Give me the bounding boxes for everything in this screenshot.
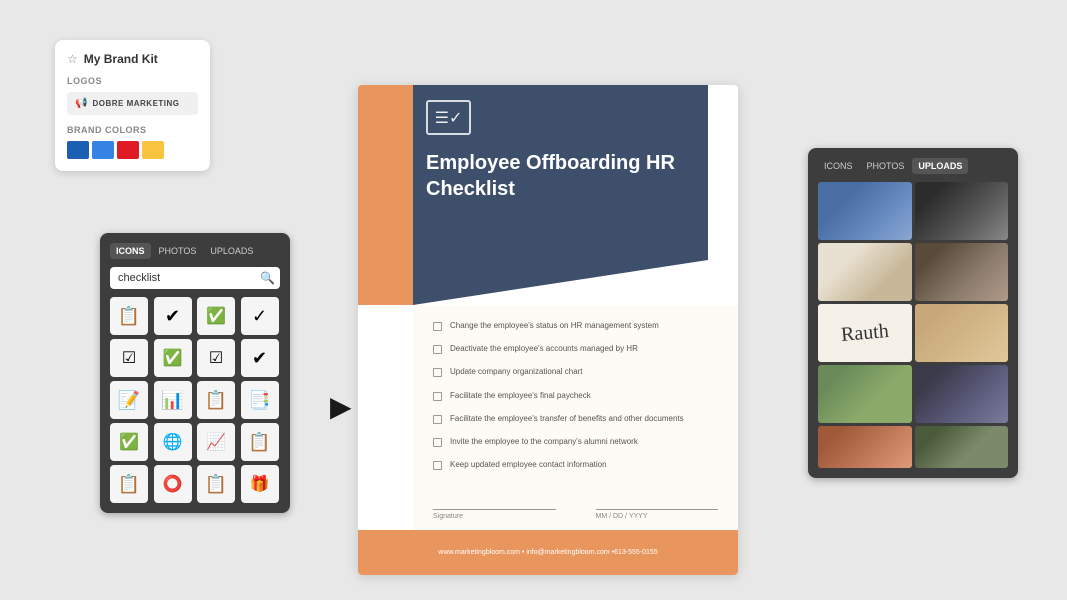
mouse-cursor: ▶ — [330, 390, 352, 423]
tab-icons[interactable]: ICONS — [110, 243, 151, 259]
checkbox-1[interactable] — [433, 322, 442, 331]
icon-cell-6[interactable]: ✅ — [154, 339, 192, 377]
icon-cell-10[interactable]: 📊 — [154, 381, 192, 419]
photos-grid: Rauth — [818, 182, 1008, 468]
icon-cell-20[interactable]: 🎁 — [241, 465, 279, 503]
icons-panel-tabs: ICONS PHOTOS UPLOADS — [110, 243, 280, 259]
icon-cell-19[interactable]: 📋 — [197, 465, 235, 503]
document-container: ☰✓ Employee Offboarding HR Checklist Cha… — [358, 85, 738, 575]
photo-7[interactable] — [818, 365, 912, 423]
checklist-text-7: Keep updated employee contact informatio… — [450, 459, 607, 470]
doc-signature-area: Signature MM / DD / YYYY — [433, 490, 718, 520]
icon-cell-5[interactable]: ☑ — [110, 339, 148, 377]
signature-label: Signature — [433, 513, 556, 520]
checkbox-7[interactable] — [433, 461, 442, 470]
icon-cell-7[interactable]: ☑ — [197, 339, 235, 377]
icon-cell-8[interactable]: ✔ — [241, 339, 279, 377]
search-box[interactable]: 🔍 — [110, 267, 280, 289]
icon-cell-14[interactable]: 🌐 — [154, 423, 192, 461]
icons-panel: ICONS PHOTOS UPLOADS 🔍 📋 ✔ ✅ ✓ ☑ ✅ ☑ ✔ 📝… — [100, 233, 290, 513]
photo-4[interactable] — [915, 243, 1009, 301]
color-swatch-3[interactable] — [117, 141, 139, 159]
checklist-text-6: Invite the employee to the company's alu… — [450, 436, 638, 447]
checkbox-3[interactable] — [433, 368, 442, 377]
icon-cell-18[interactable]: ⭕ — [154, 465, 192, 503]
doc-footer: www.marketingbloom.com • info@marketingb… — [358, 530, 738, 575]
date-line — [596, 490, 719, 510]
checklist-text-1: Change the employee's status on HR manag… — [450, 320, 659, 331]
icon-cell-3[interactable]: ✅ — [197, 297, 235, 335]
brand-colors-label: BRAND COLORS — [67, 125, 198, 135]
color-swatch-1[interactable] — [67, 141, 89, 159]
icon-cell-1[interactable]: 📋 — [110, 297, 148, 335]
search-input[interactable] — [118, 272, 260, 284]
logos-label: LOGOS — [67, 76, 198, 86]
photos-tab-photos[interactable]: PHOTOS — [861, 158, 911, 174]
star-icon: ☆ — [67, 52, 78, 66]
icon-cell-17[interactable]: 📋 — [110, 465, 148, 503]
checklist-item-4: Facilitate the employee's final paycheck — [433, 390, 718, 401]
doc-header-navy-triangle — [413, 260, 708, 305]
search-icon: 🔍 — [260, 271, 275, 285]
checkbox-2[interactable] — [433, 345, 442, 354]
photo-10[interactable] — [915, 426, 1009, 468]
photo-9[interactable] — [818, 426, 912, 468]
checkbox-6[interactable] — [433, 438, 442, 447]
doc-header-orange — [358, 85, 413, 305]
icon-cell-15[interactable]: 📈 — [197, 423, 235, 461]
brand-kit-title: My Brand Kit — [84, 52, 158, 66]
tab-photos[interactable]: PHOTOS — [153, 243, 203, 259]
photo-5[interactable]: Rauth — [818, 304, 912, 362]
tab-uploads[interactable]: UPLOADS — [204, 243, 259, 259]
icon-cell-4[interactable]: ✓ — [241, 297, 279, 335]
checklist-item-2: Deactivate the employee's accounts manag… — [433, 343, 718, 354]
checklist-item-1: Change the employee's status on HR manag… — [433, 320, 718, 331]
checklist-text-4: Facilitate the employee's final paycheck — [450, 390, 591, 401]
icon-cell-12[interactable]: 📑 — [241, 381, 279, 419]
icon-cell-9[interactable]: 📝 — [110, 381, 148, 419]
icons-grid: 📋 ✔ ✅ ✓ ☑ ✅ ☑ ✔ 📝 📊 📋 📑 ✅ 🌐 📈 📋 📋 ⭕ 📋 🎁 — [110, 297, 280, 503]
signature-field: Signature — [433, 490, 556, 520]
checklist-text-5: Facilitate the employee's transfer of be… — [450, 413, 684, 424]
checkbox-5[interactable] — [433, 415, 442, 424]
icon-cell-2[interactable]: ✔ — [154, 297, 192, 335]
photo-3[interactable] — [818, 243, 912, 301]
date-label: MM / DD / YYYY — [596, 513, 719, 520]
date-field: MM / DD / YYYY — [596, 490, 719, 520]
checklist-item-5: Facilitate the employee's transfer of be… — [433, 413, 718, 424]
checklist-item-7: Keep updated employee contact informatio… — [433, 459, 718, 470]
photo-8[interactable] — [915, 365, 1009, 423]
photos-panel-tabs: ICONS PHOTOS UPLOADS — [818, 158, 1008, 174]
doc-footer-text: www.marketingbloom.com • info@marketingb… — [438, 549, 657, 556]
icon-cell-16[interactable]: 📋 — [241, 423, 279, 461]
photos-tab-icons[interactable]: ICONS — [818, 158, 859, 174]
checklist-icon-symbol: ☰✓ — [435, 108, 463, 128]
megaphone-icon: 📢 — [75, 98, 87, 109]
checkbox-4[interactable] — [433, 392, 442, 401]
checklist-text-3: Update company organizational chart — [450, 366, 583, 377]
brand-kit-panel: ☆ My Brand Kit LOGOS 📢 DOBRE MARKETING B… — [55, 40, 210, 171]
checklist-text-2: Deactivate the employee's accounts manag… — [450, 343, 638, 354]
photos-tab-uploads[interactable]: UPLOADS — [912, 158, 968, 174]
signature-line — [433, 490, 556, 510]
photos-panel: ICONS PHOTOS UPLOADS Rauth — [808, 148, 1018, 478]
logo-box: 📢 DOBRE MARKETING — [67, 92, 198, 115]
icon-cell-13[interactable]: ✅ — [110, 423, 148, 461]
doc-checklist-icon: ☰✓ — [426, 100, 471, 135]
icon-cell-11[interactable]: 📋 — [197, 381, 235, 419]
brand-kit-header: ☆ My Brand Kit — [67, 52, 198, 66]
checklist-item-6: Invite the employee to the company's alu… — [433, 436, 718, 447]
brand-colors-row — [67, 141, 198, 159]
photo-1[interactable] — [818, 182, 912, 240]
doc-title: Employee Offboarding HR Checklist — [426, 150, 696, 202]
photo-2[interactable] — [915, 182, 1009, 240]
color-swatch-4[interactable] — [142, 141, 164, 159]
checklist-item-3: Update company organizational chart — [433, 366, 718, 377]
photo-6[interactable] — [915, 304, 1009, 362]
logo-text: DOBRE MARKETING — [92, 99, 179, 108]
color-swatch-2[interactable] — [92, 141, 114, 159]
